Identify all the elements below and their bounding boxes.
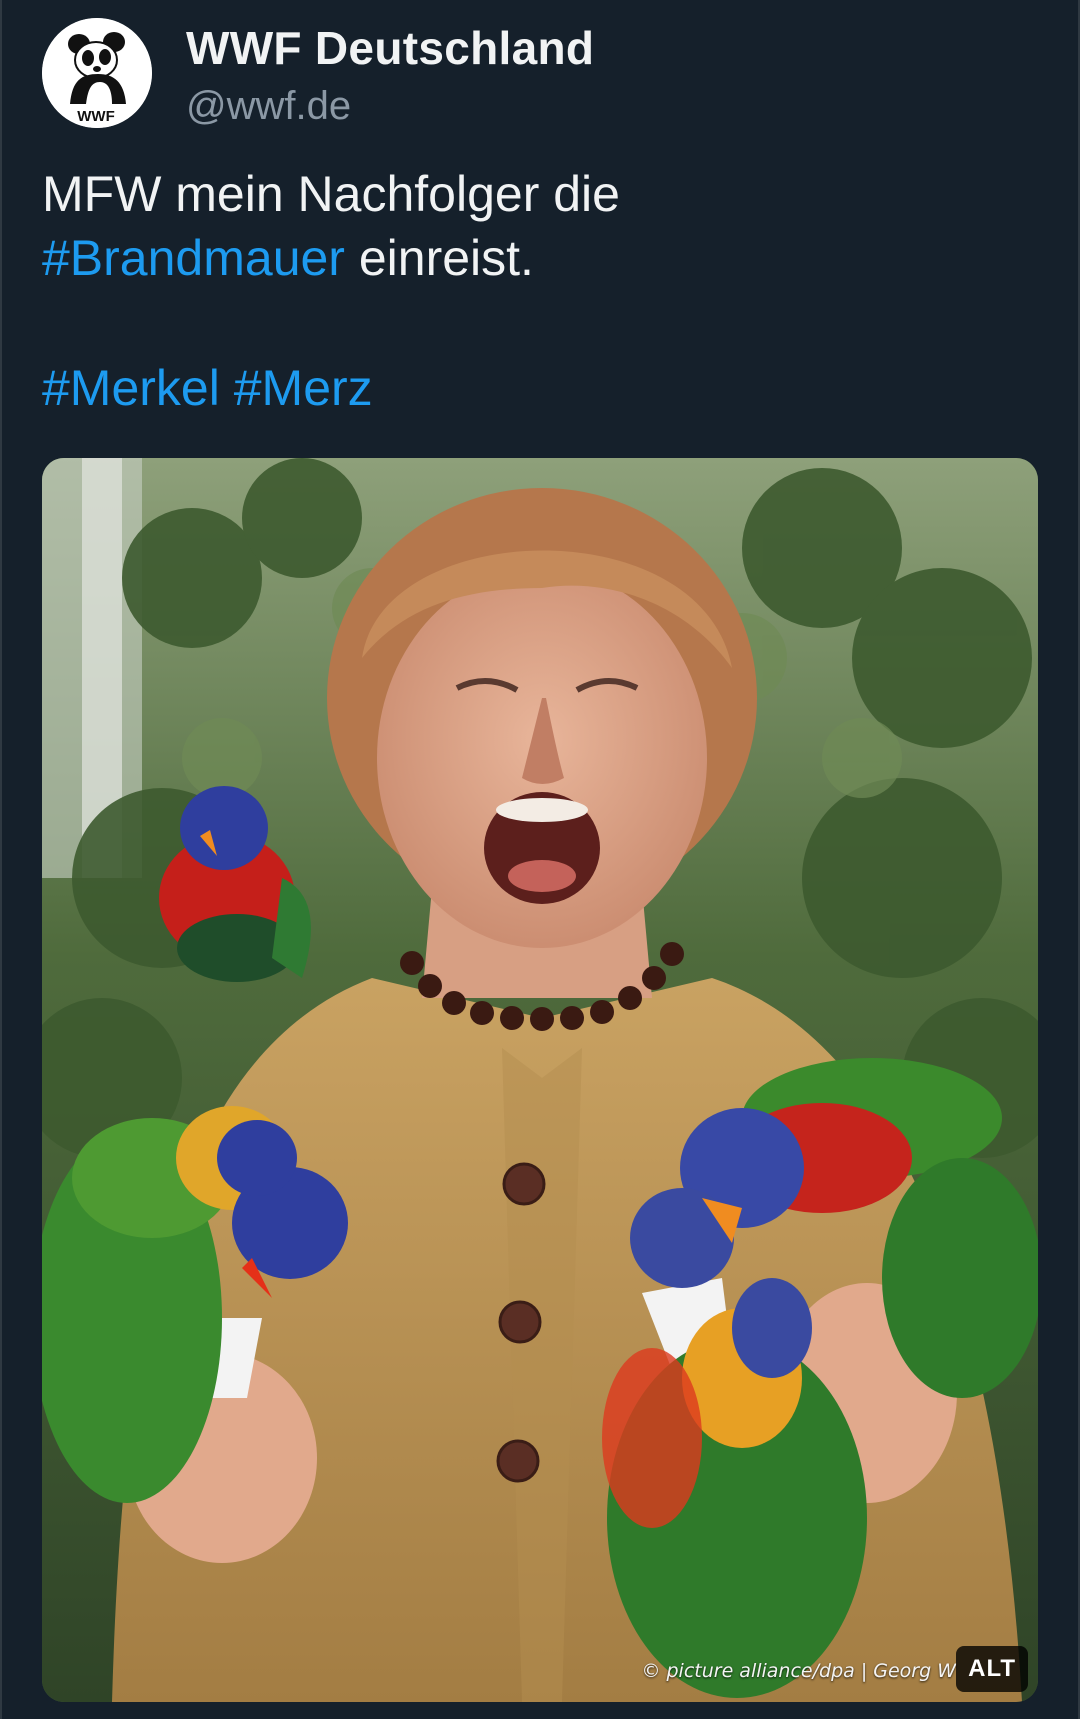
tweet-line-2: #Brandmauer einreist. [42,226,1042,290]
tweet-line-2-rest: einreist. [344,230,534,286]
hashtag-merkel[interactable]: #Merkel [42,360,220,416]
avatar[interactable]: WWF [42,18,152,128]
panda-logo-icon: WWF [42,18,152,128]
user-handle[interactable]: @wwf.de [186,80,594,132]
tweet-photo[interactable]: © picture alliance/dpa | Georg W ALT [42,458,1038,1702]
tweet-header: WWF WWF Deutschland @wwf.de [42,18,594,132]
alt-text-button[interactable]: ALT [956,1646,1028,1692]
tweet-line-1: MFW mein Nachfolger die [42,166,620,222]
left-border [0,0,2,1719]
author-names: WWF Deutschland @wwf.de [186,20,594,132]
photo-illustration [42,458,1038,1702]
photo-credit: © picture alliance/dpa | Georg W [641,1660,956,1682]
wwf-logo-text: WWF [77,108,114,125]
hashtag-brandmauer[interactable]: #Brandmauer [42,230,345,286]
tweet-line-3: #Merkel #Merz [42,356,1042,420]
tweet-text: MFW mein Nachfolger die #Brandmauer einr… [42,162,1042,420]
display-name[interactable]: WWF Deutschland [186,20,594,76]
hashtag-merz[interactable]: #Merz [234,360,373,416]
